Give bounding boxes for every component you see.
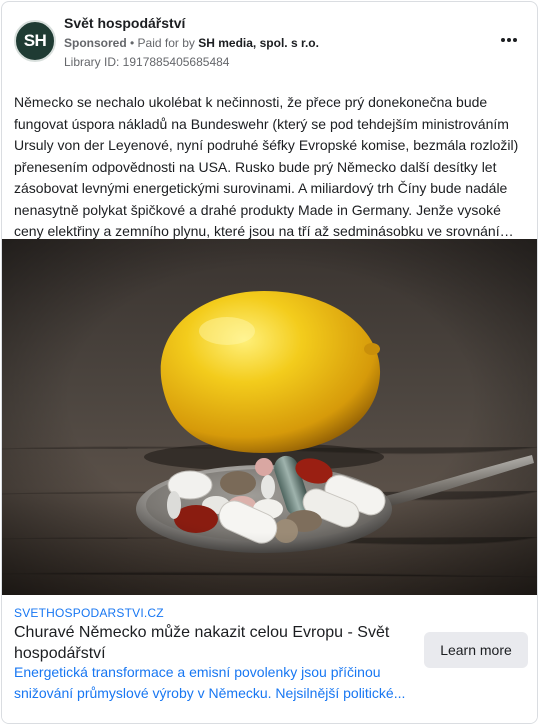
link-domain[interactable]: SVETHOSPODARSTVI.CZ — [14, 606, 164, 620]
page-name[interactable]: Svět hospodářství — [64, 15, 185, 31]
link-description[interactable]: Energetická transformace a emisní povole… — [14, 662, 409, 703]
avatar-initials: SH — [23, 31, 47, 50]
ad-card: SH Svět hospodářství Sponsored • Paid fo… — [1, 1, 538, 724]
funder-name: SH media, spol. s r.o. — [198, 36, 319, 50]
three-dots-icon[interactable] — [497, 30, 521, 50]
ad-body-text: Německo se nechalo ukolébat k nečinnosti… — [14, 94, 519, 239]
dot — [500, 38, 505, 42]
learn-more-button[interactable]: Learn more — [424, 632, 528, 668]
meta-separator: • — [126, 36, 138, 50]
link-title[interactable]: Churavé Německo může nakazit celou Evrop… — [14, 623, 404, 664]
ad-image[interactable] — [2, 239, 538, 595]
dot — [513, 38, 518, 42]
sponsored-label: Sponsored — [64, 36, 127, 50]
dot — [507, 38, 511, 42]
ad-header: SH Svět hospodářství Sponsored • Paid fo… — [2, 2, 537, 78]
link-preview[interactable]: SVETHOSPODARSTVI.CZ Churavé Německo může… — [2, 595, 537, 723]
sponsored-line: Sponsored • Paid for by SH media, spol. … — [64, 36, 319, 50]
paid-for-prefix: Paid for by — [137, 36, 199, 50]
avatar[interactable]: SH — [14, 20, 56, 62]
library-id: Library ID: 1917885405685484 — [64, 55, 230, 69]
